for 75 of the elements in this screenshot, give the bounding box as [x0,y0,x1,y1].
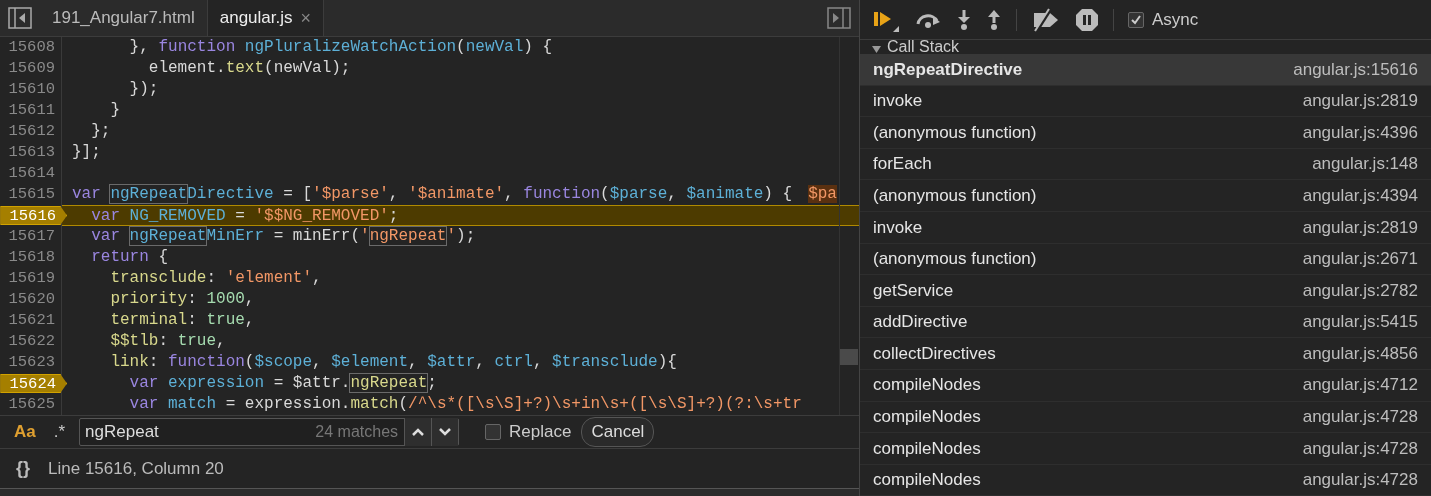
code-line: var ngRepeatDirective = ['$parse', '$animate', function($parse, $animate) { [72,185,793,203]
call-stack-frame[interactable]: invoke angular.js:2819 [860,211,1431,244]
line-number[interactable]: 15620 [8,290,61,309]
line-number[interactable]: 15614 [8,164,61,183]
line-number[interactable]: 15618 [8,248,61,267]
line-number[interactable]: 15617 [8,227,61,246]
cancel-button[interactable]: Cancel [581,417,655,447]
line-number[interactable]: 15613 [8,143,61,162]
call-stack-frame[interactable]: compileNodes angular.js:4728 [860,464,1431,496]
call-stack-frame[interactable]: collectDirectives angular.js:4856 [860,338,1431,370]
call-stack-frame[interactable]: (anonymous function) angular.js:4394 [860,180,1431,212]
code-line: var ngRepeatMinErr = minErr('ngRepeat'); [90,227,476,245]
replace-label: Replace [509,421,572,444]
line-number[interactable]: 15621 [8,311,61,330]
line-number[interactable]: 15608 [8,38,61,57]
line-number[interactable]: 15623 [8,353,61,372]
code-line: }, function ngPluralizeWatchAction(newVal) { [128,38,553,56]
call-stack-frame[interactable]: invoke angular.js:2819 [860,85,1431,118]
line-number[interactable]: 15615 [8,185,61,204]
replace-checkbox[interactable] [485,424,502,440]
call-stack-frame[interactable]: compileNodes angular.js:4728 [860,433,1431,465]
code-line: var NG_REMOVED = '$$NG_REMOVED'; [90,207,399,225]
file-tab[interactable]: 191_Angular7.html [40,0,207,36]
line-number[interactable]: 15619 [8,269,61,288]
step-out-icon[interactable] [986,8,1002,31]
line-number[interactable]: 15610 [8,80,61,99]
code-line: var expression = $attr.ngRepeat; [128,374,437,392]
code-line: } [109,101,120,119]
expand-triangle-icon[interactable] [872,46,881,54]
match-case-toggle[interactable]: Aa [10,419,40,445]
call-stack-frame[interactable]: ngRepeatDirective angular.js:15616 [860,54,1431,86]
code-line: var match = expression.match(/^\s*([\s\S]+?)\s+in\s+([\s\S]+?)(?:\s+tr [128,395,802,413]
code-line: priority: 1000, [109,290,255,308]
line-number[interactable]: 15622 [8,332,61,351]
pretty-print-button[interactable]: {} [16,455,30,482]
file-tab[interactable]: angular.js × [206,0,324,36]
sidebar-toggle-icon[interactable] [8,7,32,29]
call-stack-frame[interactable]: compileNodes angular.js:4728 [860,401,1431,434]
chevron-up-icon[interactable] [411,427,426,437]
debugger-toggle-icon[interactable] [827,7,851,29]
call-stack-frame[interactable]: (anonymous function) angular.js:4396 [860,117,1431,149]
line-number[interactable]: 15624 [0,374,67,393]
code-line: }]; [72,143,101,161]
call-stack-frame[interactable]: getService angular.js:2782 [860,275,1431,307]
line-number[interactable]: 15616 [0,206,67,225]
line-number[interactable]: 15612 [8,122,61,141]
call-stack-frame[interactable]: forEach angular.js:148 [860,148,1431,181]
code-line: }; [90,122,111,140]
search-field[interactable]: ngRepeat [80,419,316,445]
pause-on-exceptions-icon[interactable] [1075,7,1099,32]
code-line: }); [128,80,159,98]
chevron-down-icon[interactable] [438,427,453,437]
search-box[interactable]: ngRepeat 24 matches [79,418,460,446]
call-stack-frame[interactable]: addDirective angular.js:5415 [860,306,1431,339]
scrollbar[interactable] [839,37,859,415]
regex-toggle[interactable]: .* [49,419,70,445]
close-icon[interactable]: × [300,4,311,32]
next-match-button[interactable] [431,418,459,446]
code-line: transclude: 'element', [109,269,322,287]
inline-value: $pa [808,185,837,203]
step-into-icon[interactable] [956,8,972,31]
code-line: $$tlb: true, [109,332,226,350]
code-line: link: function($scope, $element, $attr, ctrl, $transclude){ [109,353,677,371]
line-number[interactable]: 15611 [8,101,61,120]
line-number[interactable]: 15609 [8,59,61,78]
cursor-position: Line 15616, Column 20 [48,457,224,480]
call-stack-frame[interactable]: compileNodes angular.js:4712 [860,369,1431,402]
code-line: return { [90,248,168,266]
section-title[interactable]: Call Stack [887,40,960,54]
code-line: terminal: true, [109,311,255,329]
code-line: element.text(newVal); [147,59,351,77]
line-number[interactable]: 15625 [8,395,61,414]
previous-match-button[interactable] [404,418,432,446]
call-stack-frame[interactable]: (anonymous function) angular.js:2671 [860,243,1431,276]
async-label: Async [1152,8,1199,31]
